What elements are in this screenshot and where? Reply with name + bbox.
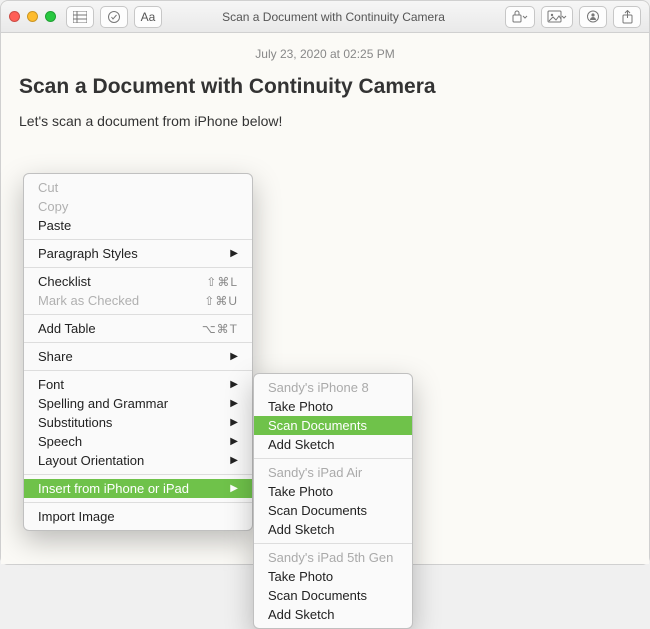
menu-insert-from-iphone-ipad[interactable]: Insert from iPhone or iPad▶ xyxy=(24,479,252,498)
checklist-button[interactable] xyxy=(100,6,128,28)
lock-button[interactable] xyxy=(505,6,535,28)
menu-separator xyxy=(24,370,252,371)
submenu-action-item[interactable]: Take Photo xyxy=(254,567,412,586)
note-content-area[interactable]: July 23, 2020 at 02:25 PM Scan a Documen… xyxy=(1,33,649,564)
insert-from-submenu: Sandy's iPhone 8Take PhotoScan Documents… xyxy=(253,373,413,629)
chevron-right-icon: ▶ xyxy=(230,436,238,447)
menu-separator xyxy=(24,314,252,315)
chevron-right-icon: ▶ xyxy=(230,351,238,362)
menu-font[interactable]: Font▶ xyxy=(24,375,252,394)
submenu-action-item[interactable]: Scan Documents xyxy=(254,586,412,605)
chevron-right-icon: ▶ xyxy=(230,455,238,466)
menu-speech[interactable]: Speech▶ xyxy=(24,432,252,451)
note-title: Scan a Document with Continuity Camera xyxy=(19,75,631,99)
menu-import-image[interactable]: Import Image xyxy=(24,507,252,526)
chevron-right-icon: ▶ xyxy=(230,398,238,409)
menu-separator xyxy=(24,342,252,343)
media-button[interactable] xyxy=(541,6,573,28)
traffic-lights xyxy=(9,11,56,22)
menu-substitutions[interactable]: Substitutions▶ xyxy=(24,413,252,432)
submenu-action-item[interactable]: Scan Documents xyxy=(254,416,412,435)
menu-separator xyxy=(24,267,252,268)
submenu-action-item[interactable]: Add Sketch xyxy=(254,520,412,539)
menu-layout-orientation[interactable]: Layout Orientation▶ xyxy=(24,451,252,470)
menu-cut: Cut xyxy=(24,178,252,197)
chevron-right-icon: ▶ xyxy=(230,483,238,494)
submenu-action-item[interactable]: Take Photo xyxy=(254,397,412,416)
submenu-device-header: Sandy's iPhone 8 xyxy=(254,378,412,397)
chevron-right-icon: ▶ xyxy=(230,379,238,390)
menu-paste[interactable]: Paste xyxy=(24,216,252,235)
menu-add-table[interactable]: Add Table⌥⌘T xyxy=(24,319,252,338)
menu-paragraph-styles[interactable]: Paragraph Styles▶ xyxy=(24,244,252,263)
submenu-device-header: Sandy's iPad 5th Gen xyxy=(254,548,412,567)
menu-checklist[interactable]: Checklist⇧⌘L xyxy=(24,272,252,291)
app-window: Aa Scan a Document with Continuity Camer… xyxy=(0,0,650,565)
titlebar: Aa Scan a Document with Continuity Camer… xyxy=(1,1,649,33)
window-title: Scan a Document with Continuity Camera xyxy=(168,10,499,24)
context-menu: Cut Copy Paste Paragraph Styles▶ Checkli… xyxy=(23,173,253,531)
menu-copy: Copy xyxy=(24,197,252,216)
submenu-action-item[interactable]: Add Sketch xyxy=(254,605,412,624)
list-view-button[interactable] xyxy=(66,6,94,28)
zoom-window-button[interactable] xyxy=(45,11,56,22)
note-body-text: Let's scan a document from iPhone below! xyxy=(19,113,631,129)
menu-share[interactable]: Share▶ xyxy=(24,347,252,366)
close-window-button[interactable] xyxy=(9,11,20,22)
chevron-right-icon: ▶ xyxy=(230,248,238,259)
menu-separator xyxy=(254,543,412,544)
note-timestamp: July 23, 2020 at 02:25 PM xyxy=(19,47,631,61)
submenu-action-item[interactable]: Take Photo xyxy=(254,482,412,501)
submenu-device-header: Sandy's iPad Air xyxy=(254,463,412,482)
submenu-action-item[interactable]: Scan Documents xyxy=(254,501,412,520)
minimize-window-button[interactable] xyxy=(27,11,38,22)
chevron-right-icon: ▶ xyxy=(230,417,238,428)
collaborate-button[interactable] xyxy=(579,6,607,28)
share-button[interactable] xyxy=(613,6,641,28)
submenu-action-item[interactable]: Add Sketch xyxy=(254,435,412,454)
menu-separator xyxy=(24,239,252,240)
menu-mark-as-checked: Mark as Checked⇧⌘U xyxy=(24,291,252,310)
menu-spelling-grammar[interactable]: Spelling and Grammar▶ xyxy=(24,394,252,413)
format-button[interactable]: Aa xyxy=(134,6,162,28)
menu-separator xyxy=(254,458,412,459)
menu-separator xyxy=(24,502,252,503)
menu-separator xyxy=(24,474,252,475)
